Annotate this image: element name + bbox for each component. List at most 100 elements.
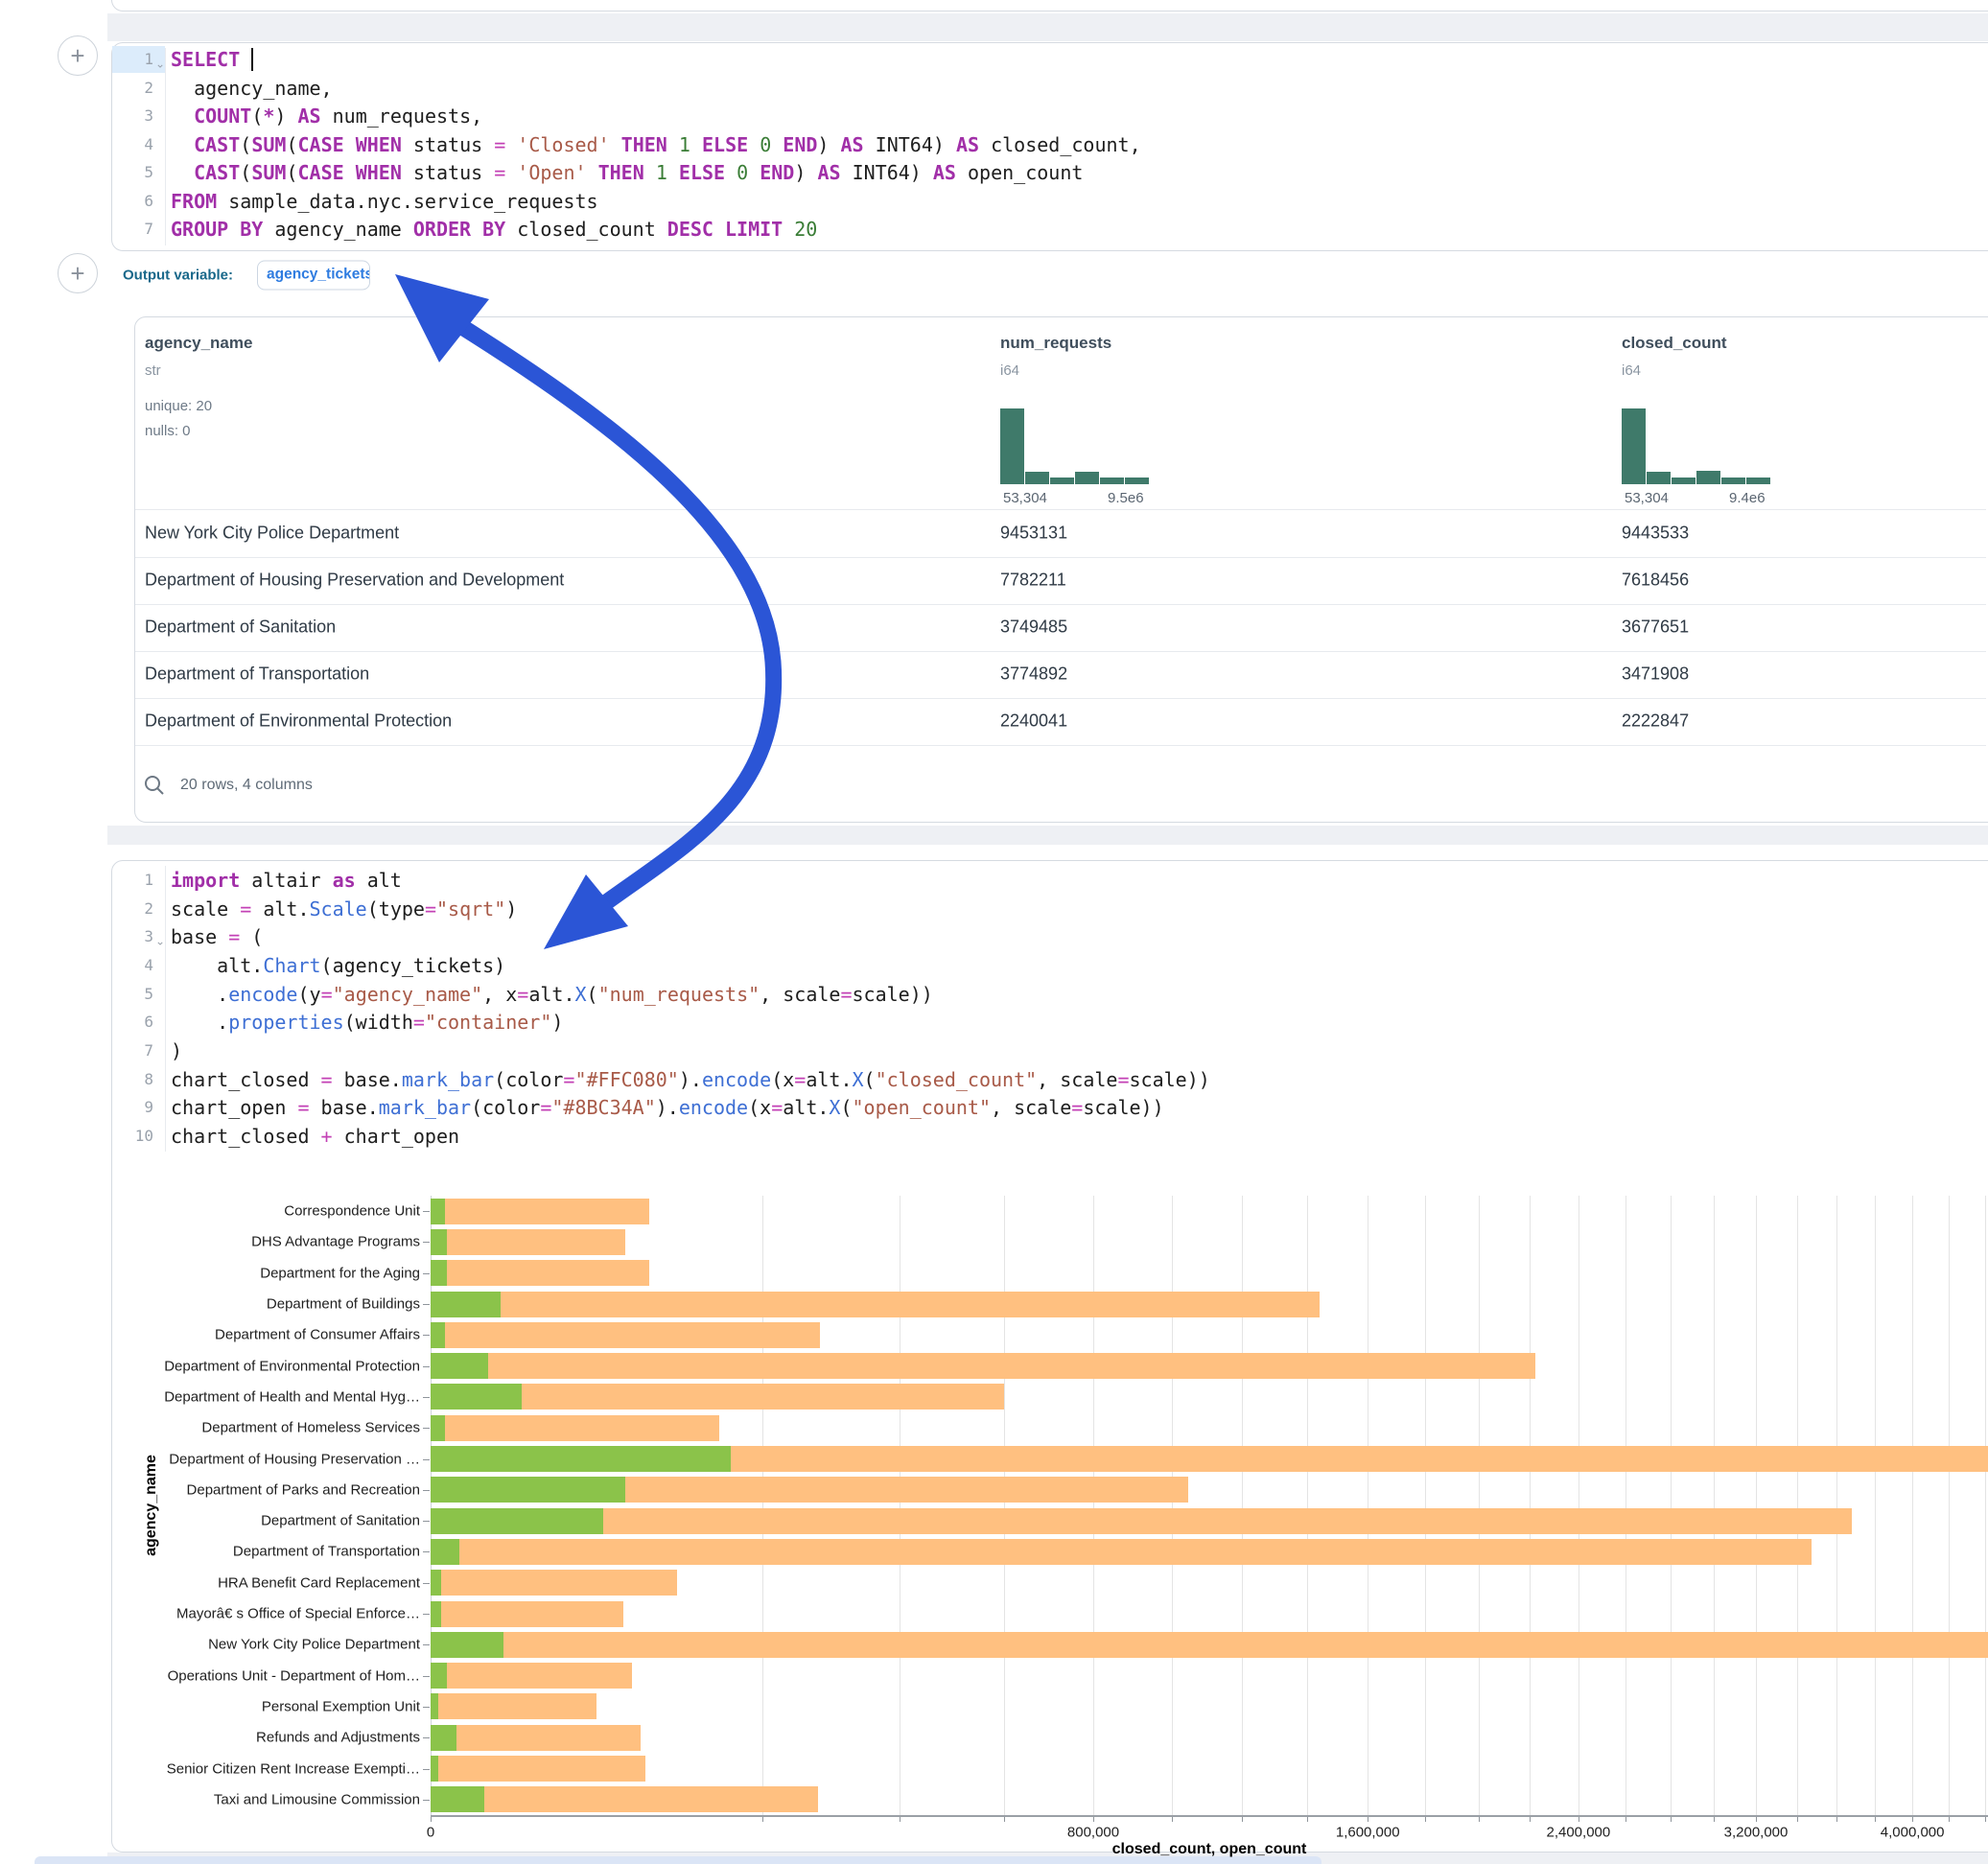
sql-code-line[interactable]: GROUP BY agency_name ORDER BY closed_cou… [171,220,817,239]
code-token: alt. [171,954,263,977]
column-header[interactable]: agency_name [145,334,252,353]
code-token: , x [482,983,517,1006]
open-count-bar [431,1446,731,1472]
code-token: ( [251,105,263,128]
sql-code-line[interactable]: CAST(SUM(CASE WHEN status = 'Open' THEN … [171,163,1083,182]
gridline [1836,1196,1837,1815]
code-token: scale)) [1083,1096,1163,1119]
fold-chevron-icon[interactable]: ⌄ [155,57,165,70]
code-token: Scale [310,897,367,920]
y-tick [423,1800,430,1801]
x-axis-tick-label: 3,200,000 [1724,1825,1789,1841]
python-code-line[interactable]: import altair as alt [171,871,402,890]
sql-code-line[interactable]: COUNT(*) AS num_requests, [171,106,482,126]
python-code-line[interactable]: scale = alt.Scale(type="sqrt") [171,899,517,919]
python-code-line[interactable]: .encode(y="agency_name", x=alt.X("num_re… [171,985,933,1004]
closed-count-bar [431,1199,649,1224]
table-cell: Department of Transportation [145,664,369,685]
row-separator [135,557,1986,558]
histogram-bar [1746,478,1770,484]
python-code-line[interactable]: chart_closed = base.mark_bar(color="#FFC… [171,1070,1210,1089]
code-token: THEN [621,133,667,156]
code-token [771,133,783,156]
code-token: = [297,1096,309,1119]
y-axis-label: Taxi and Limousine Commission [123,1791,420,1807]
y-axis-label: Refunds and Adjustments [123,1730,420,1746]
y-tick [423,1335,430,1336]
line-number: 6 [109,194,153,209]
column-header[interactable]: closed_count [1622,334,1727,353]
add-cell-button[interactable]: + [58,253,98,293]
line-number: 5 [109,987,153,1002]
closed-count-bar [431,1292,1320,1317]
y-tick [423,1397,430,1398]
row-separator [135,509,1986,510]
closed-count-bar [431,1229,625,1255]
sql-code-line[interactable]: CAST(SUM(CASE WHEN status = 'Closed' THE… [171,135,1141,154]
code-token: 'Open' [517,161,586,184]
y-axis-label: Personal Exemption Unit [123,1698,420,1714]
python-code-line[interactable]: ) [171,1041,182,1060]
code-token: status [402,133,494,156]
sql-code-line[interactable]: FROM sample_data.nyc.service_requests [171,192,598,211]
code-token: ( [286,133,297,156]
open-count-bar [431,1322,445,1348]
y-tick [423,1459,430,1460]
code-token: CASE [297,133,343,156]
y-axis-label: Correspondence Unit [123,1203,420,1220]
fold-chevron-icon[interactable]: ⌄ [155,935,165,948]
y-axis-label: Department of Parks and Recreation [123,1481,420,1498]
column-header[interactable]: num_requests [1000,334,1111,353]
x-axis-tick-label: 0 [427,1825,434,1841]
line-number: 10 [109,1129,153,1144]
code-token: = [494,161,505,184]
code-token: AS [933,161,956,184]
python-code-line[interactable]: chart_open = base.mark_bar(color="#8BC34… [171,1098,1164,1117]
x-axis-line [431,1815,1988,1817]
histogram-min-label: 53,304 [1003,490,1047,506]
code-token: base [171,925,228,948]
python-code-line[interactable]: base = ( [171,927,263,946]
code-token: Chart [263,954,320,977]
python-code-line[interactable]: .properties(width="container") [171,1013,563,1032]
histogram-max-label: 9.5e6 [1108,490,1144,506]
code-token: base. [310,1096,379,1119]
code-token: chart_open [171,1096,297,1119]
sql-code-line[interactable]: SELECT [171,50,240,69]
code-token [587,161,598,184]
closed-count-bar [431,1725,641,1751]
code-token: (y [297,983,320,1006]
code-token: AS [817,161,840,184]
table-cell: 3749485 [1000,617,1067,638]
y-axis-label: Mayorâ€ s Office of Special Enforce… [123,1606,420,1622]
open-count-bar [431,1353,488,1379]
code-token: AS [841,133,864,156]
code-token: alt. [783,1096,829,1119]
code-token: CASE [297,161,343,184]
code-token [667,133,679,156]
code-token: = [240,897,251,920]
x-axis-tick-label: 800,000 [1067,1825,1119,1841]
y-axis-label: Department of Housing Preservation … [123,1451,420,1467]
histogram-bar [1025,472,1049,484]
code-token [610,133,621,156]
code-token: 1 [656,161,667,184]
line-number: 2 [109,901,153,917]
row-separator [135,698,1986,699]
code-token: X [829,1096,840,1119]
python-code-line[interactable]: chart_closed + chart_open [171,1127,459,1146]
y-tick [423,1273,430,1274]
code-token: base. [333,1068,402,1091]
sql-code-line[interactable]: agency_name, [171,79,333,98]
code-token: DESC [667,218,713,241]
add-cell-button[interactable]: + [58,35,98,76]
y-axis-label: Department of Environmental Protection [123,1358,420,1374]
code-token: 20 [794,218,817,241]
closed-count-bar [431,1756,645,1782]
y-axis-label: Senior Citizen Rent Increase Exempti… [123,1760,420,1777]
code-token [690,133,702,156]
output-variable-tag[interactable]: agency_tickets [257,261,370,291]
open-count-bar [431,1199,445,1224]
python-code-line[interactable]: alt.Chart(agency_tickets) [171,956,505,975]
closed-count-bar [431,1508,1852,1534]
